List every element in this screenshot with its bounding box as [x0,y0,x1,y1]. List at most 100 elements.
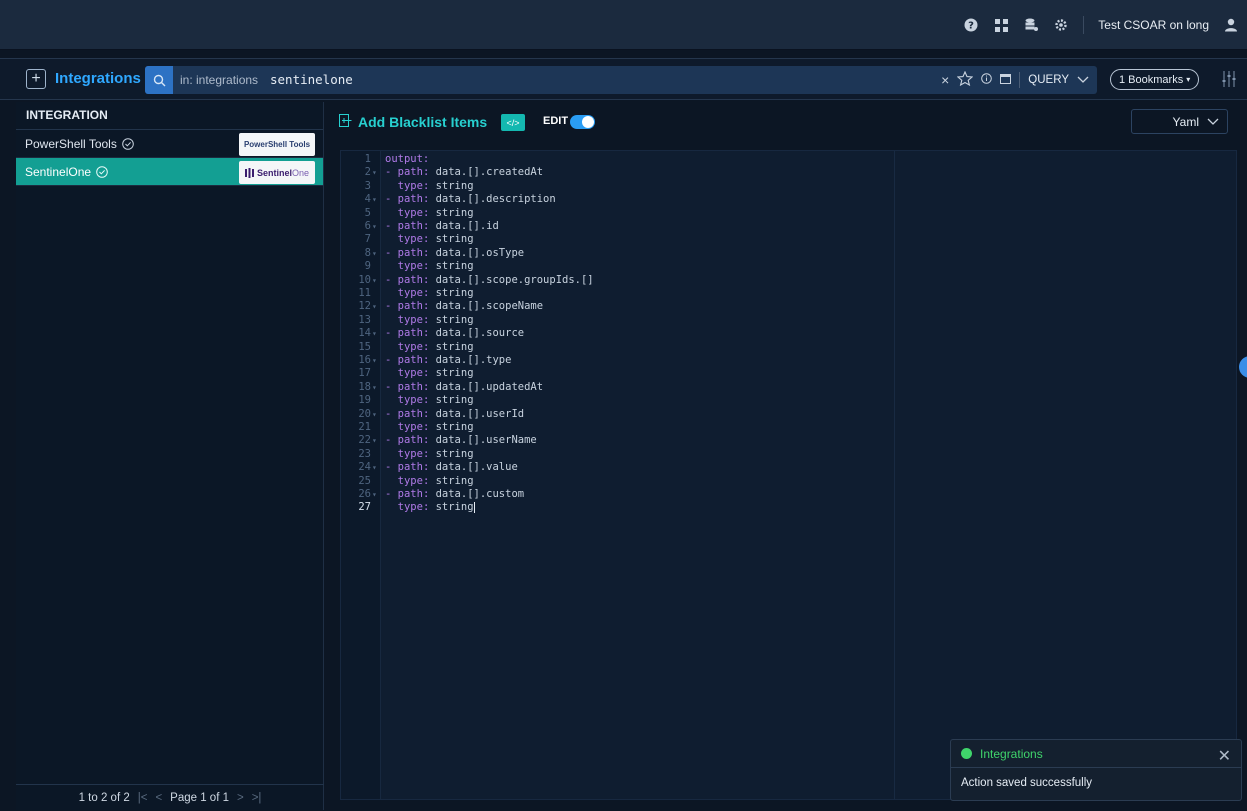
sidebar-item-label: SentinelOne [25,164,92,179]
code-text: - path: data.[].createdAt [385,166,544,179]
code-text: type: string [397,233,474,246]
code-text: output: [385,153,430,165]
code-text: - path: data.[].userName [385,434,537,447]
fold-icon[interactable]: ▾ [372,166,377,179]
database-icon[interactable] [1023,17,1039,33]
check-circle-icon [96,165,108,178]
filter-settings-icon[interactable] [1222,70,1236,91]
line-number: 12 [358,300,371,313]
code-text: type: string [397,206,474,219]
line-number: 6 [364,220,371,232]
next-page-icon[interactable]: > [237,792,244,804]
divider [1083,16,1085,34]
sidebar-header: INTEGRATION [16,102,323,130]
toast-header: Integrations [951,740,1241,768]
chevron-down-icon[interactable] [1077,73,1089,87]
fold-icon[interactable]: ▾ [372,354,377,367]
query-mode-select[interactable]: QUERY [1028,74,1069,86]
code-text: type: string [397,340,474,353]
edit-toggle[interactable] [570,115,595,129]
first-page-icon[interactable]: |< [138,792,148,804]
line-number: 9 [364,260,371,273]
clear-icon[interactable]: × [941,72,949,88]
line-number: 15 [358,340,371,353]
action-header: Add Blacklist Items [339,114,487,130]
prev-page-icon[interactable]: < [155,792,162,804]
fold-icon[interactable]: ▾ [372,193,377,206]
line-number: 7 [364,233,371,246]
code-text: - path: data.[].custom [385,488,525,500]
line-number: 14 [358,327,371,340]
code-text: - path: data.[].scopeName [385,300,544,313]
search-tools: × QUERY [941,66,1089,94]
fold-icon[interactable]: ▾ [372,461,377,474]
code-text: type: string [397,421,474,433]
logo-text: PowerShell Tools [243,140,311,149]
search-input[interactable]: sentinelone [270,72,353,87]
search-icon[interactable] [145,66,173,94]
star-icon[interactable] [956,70,974,89]
line-number: 20 [358,407,371,420]
print-margin [894,151,895,799]
fold-icon[interactable]: ▾ [372,300,377,313]
fold-icon[interactable]: ▾ [372,381,377,394]
pagination: 1 to 2 of 2 |< < Page 1 of 1 > >| [16,784,324,810]
fold-icon[interactable]: ▾ [372,247,377,260]
settings-icon[interactable] [1053,17,1069,33]
fold-icon[interactable]: ▾ [372,274,377,287]
code-view-button[interactable]: </> [501,114,525,131]
edit-label: EDIT [543,115,569,127]
format-select[interactable]: Yaml [1131,109,1228,134]
chevron-down-icon [1207,118,1219,125]
fold-icon[interactable]: ▾ [372,327,377,340]
line-number: 10 [358,273,371,286]
top-bar: ? Test CSOAR on long [0,0,1247,50]
logo-text-thin: One [292,167,310,178]
code-text: - path: data.[].scope.groupIds.[] [385,273,594,286]
grid-icon[interactable] [993,17,1009,33]
code-text: - path: data.[].osType [385,246,525,259]
add-icon[interactable]: + [26,69,46,89]
fold-icon[interactable]: ▾ [372,220,377,233]
search-bar[interactable]: in: integrations sentinelone × QUERY [145,66,1097,94]
code-text: - path: data.[].value [385,461,518,474]
sidebar-item-label: PowerShell Tools [25,136,117,151]
code-text: type: string [397,313,474,326]
sidebar-item-powershell-tools[interactable]: PowerShell Tools PowerShell Tools [16,130,323,158]
line-number: 27 [358,501,371,514]
line-number: 25 [358,474,371,487]
sidebar-item-sentinelone[interactable]: SentinelOne SentinelOne [16,158,323,186]
fold-icon[interactable]: ▾ [372,408,377,421]
line-number: 17 [358,367,371,380]
line-number: 19 [358,394,371,407]
last-page-icon[interactable]: >| [252,792,262,804]
fold-icon[interactable]: ▾ [372,434,377,447]
code-text: - path: data.[].description [385,193,556,206]
code-text: - path: data.[].source [385,327,525,340]
caret-down-icon: ▾ [1186,75,1191,84]
line-number: 13 [358,313,371,326]
line-number: 23 [358,447,371,460]
pager-page: Page 1 of 1 [170,791,229,804]
side-panel-toggle[interactable] [1239,356,1247,378]
page-title: Integrations [55,70,141,87]
line-number: 1 [364,153,371,165]
code-editor[interactable]: 1 output: 2 ▾ - path: data.[].createdAt 3 typ… [340,150,1237,800]
bookmarks-button[interactable]: 1 Bookmarks ▾ [1110,69,1200,90]
code-text: type: string [397,501,475,514]
logo-wordmark: SentinelOne [244,167,310,178]
calendar-icon[interactable] [1000,73,1012,87]
pager-range: 1 to 2 of 2 [78,791,130,804]
toggle-knob [582,116,594,128]
info-icon[interactable] [981,73,993,87]
user-name[interactable]: Test CSOAR on long [1098,18,1209,32]
help-icon[interactable]: ? [963,17,979,33]
sentinelone-logo: SentinelOne [239,161,315,184]
close-icon[interactable]: ✕ [1218,746,1231,766]
code-text: type: string [397,447,474,460]
code-text: type: string [397,367,474,380]
divider [1019,72,1021,88]
code-text: - path: data.[].updatedAt [385,380,544,393]
user-icon[interactable] [1223,17,1239,33]
fold-icon[interactable]: ▾ [372,488,377,501]
